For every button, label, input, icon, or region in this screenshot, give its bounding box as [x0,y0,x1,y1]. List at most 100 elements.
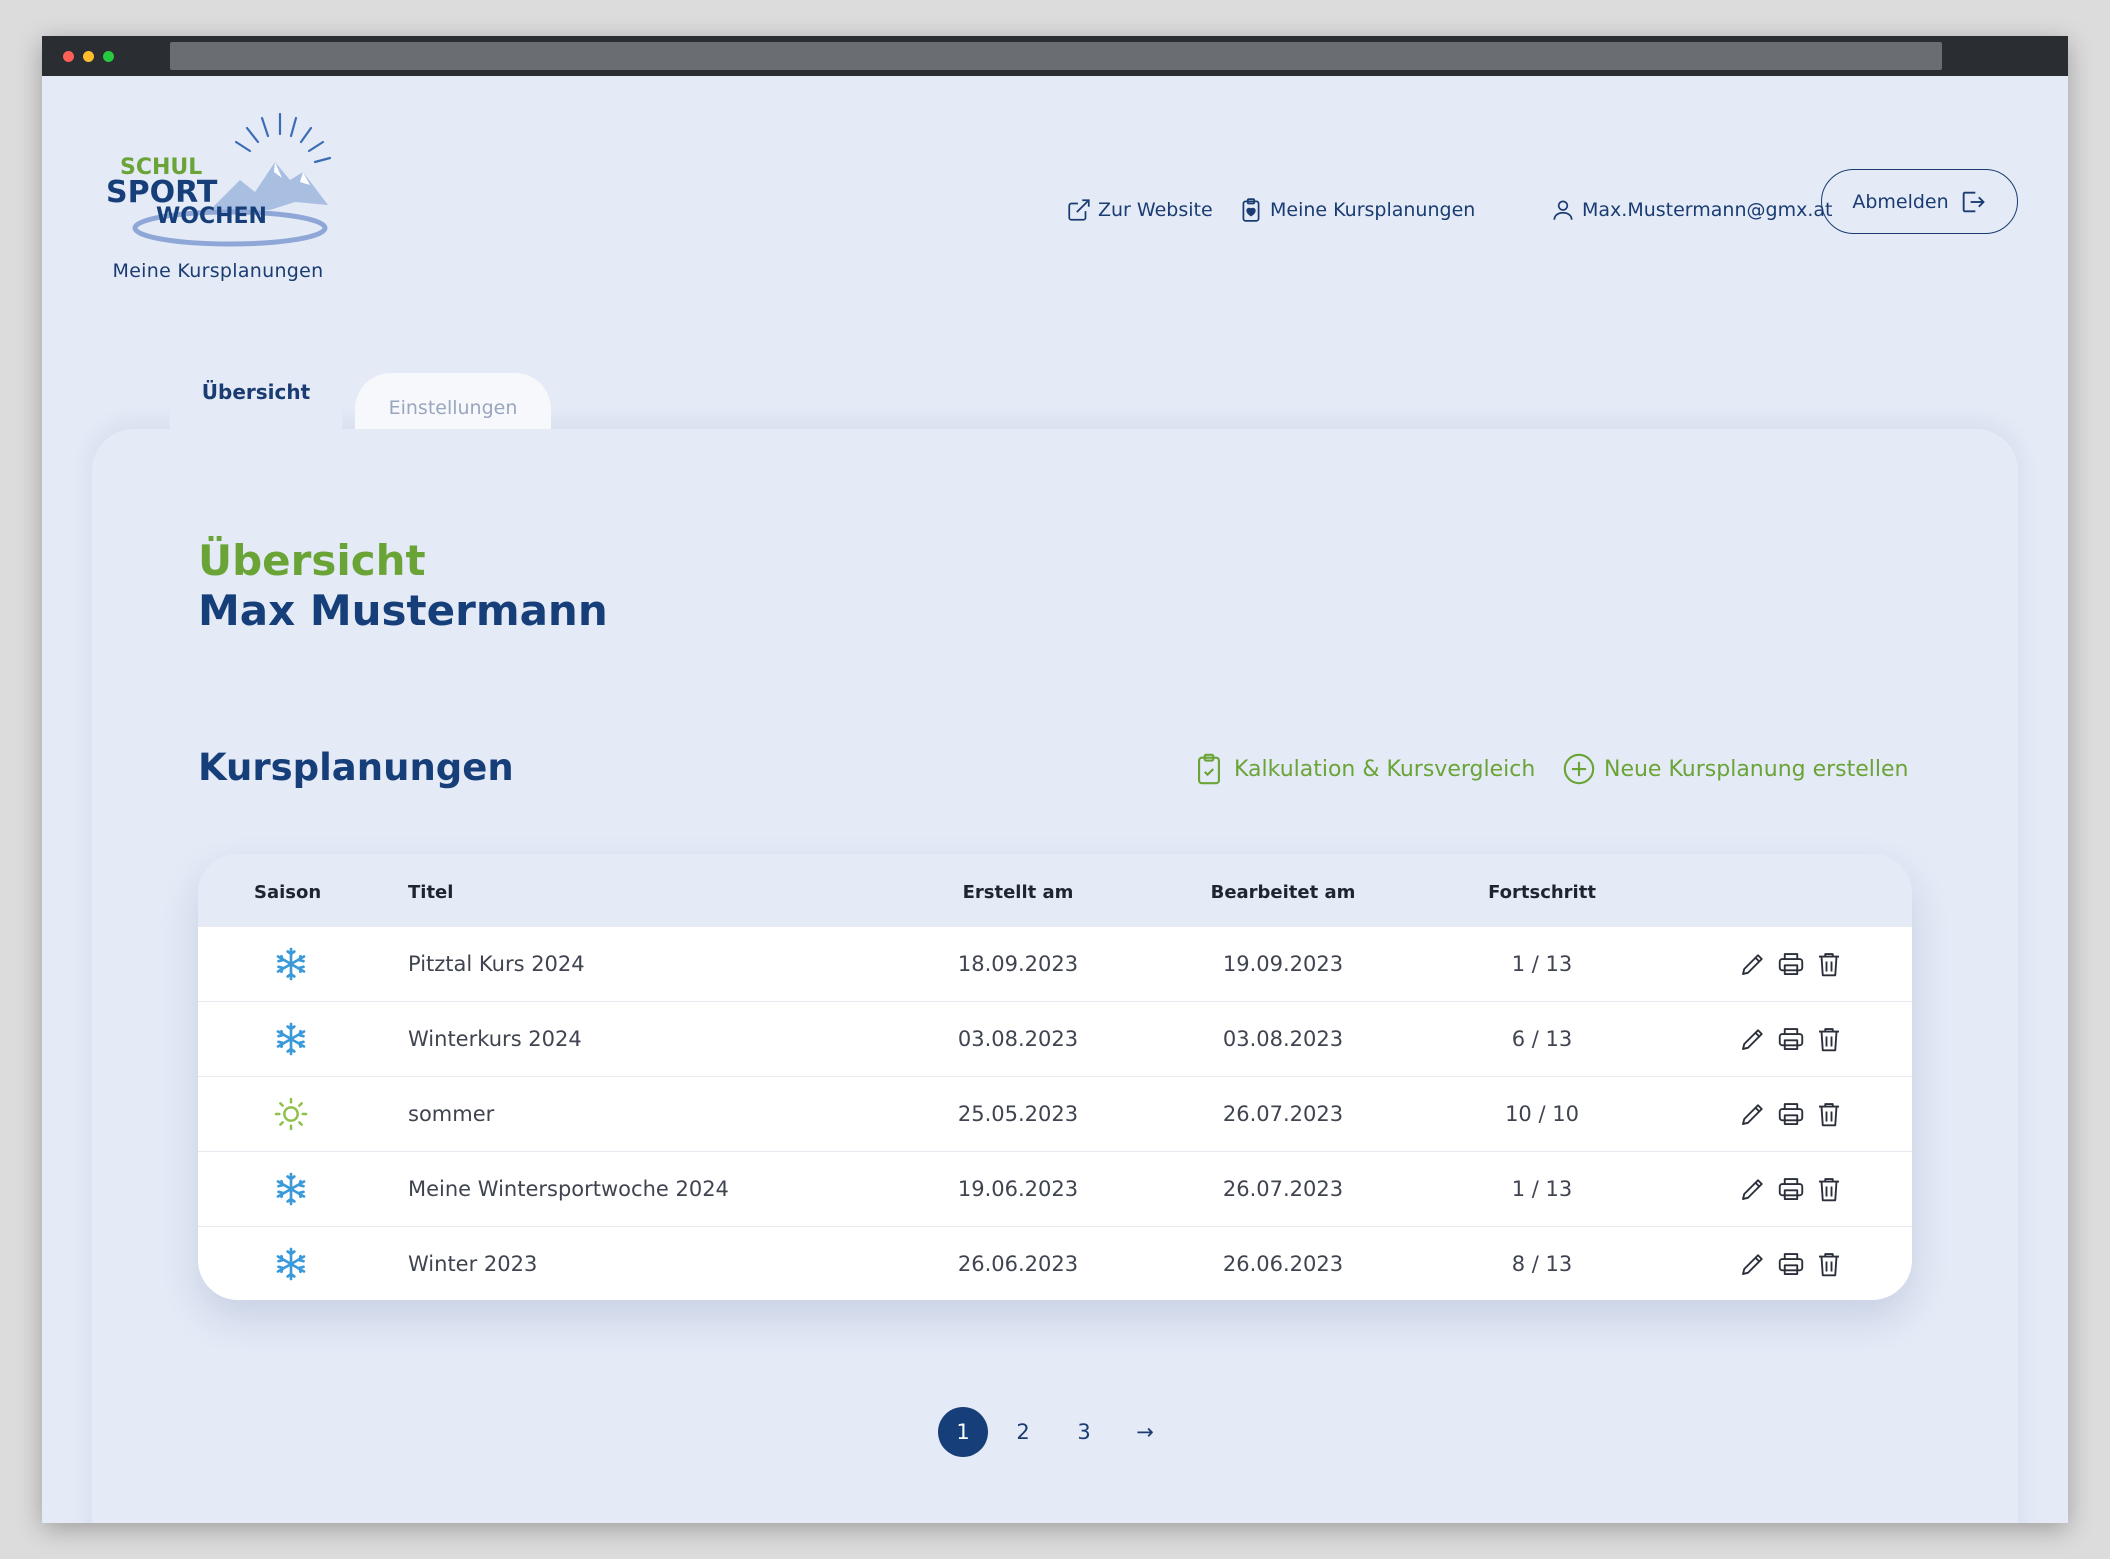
nav-user-link[interactable]: Max.Mustermann@gmx.at [1550,188,1832,232]
address-bar[interactable] [170,42,1942,70]
table-row[interactable]: Winterkurs 2024 03.08.2023 03.08.2023 6 / 1… [198,1001,1912,1076]
pencil-icon[interactable] [1738,949,1768,979]
user-icon [1553,200,1573,220]
tab-settings-label: Einstellungen [388,397,518,419]
trash-icon[interactable] [1814,949,1844,979]
progress-cell: 1 / 13 [1511,1177,1573,1201]
season-cell [271,1094,311,1134]
tab-settings[interactable]: Einstellungen [355,373,551,429]
nav-plans-link[interactable]: Meine Kursplanungen [1238,188,1475,232]
created-cell: 26.06.2023 [957,1252,1079,1276]
table-row[interactable]: Winter 2023 26.06.2023 26.06.2023 8 / 13 [198,1226,1912,1300]
nav-website-link[interactable]: Zur Website [1066,188,1213,232]
column-header-edited[interactable]: Bearbeitet am [1183,882,1383,903]
printer-icon[interactable] [1776,1024,1806,1054]
maximize-window-button[interactable] [103,51,114,62]
sun-icon [274,1097,308,1131]
pencil-icon[interactable] [1738,1024,1768,1054]
created-cell: 25.05.2023 [957,1102,1079,1126]
column-header-season[interactable]: Saison [254,882,321,903]
season-cell [271,1019,311,1059]
row-actions [1738,1174,1844,1204]
trash-icon[interactable] [1814,1099,1844,1129]
external-link-icon [1068,199,1090,221]
pencil-icon[interactable] [1738,1249,1768,1279]
course-plans-table: Saison Titel Erstellt am Bearbeitet am F… [198,854,1912,1300]
column-header-created[interactable]: Erstellt am [918,882,1118,903]
row-actions [1738,1249,1844,1279]
progress-cell: 6 / 13 [1511,1027,1573,1051]
snowflake-icon [276,1172,306,1206]
nav-website-label: Zur Website [1098,199,1213,221]
calculation-compare-label: Kalkulation & Kursvergleich [1234,756,1536,782]
edited-cell: 19.09.2023 [1222,952,1344,976]
edited-cell: 03.08.2023 [1222,1027,1344,1051]
season-cell [271,1244,311,1284]
page-heading: Übersicht [198,536,426,585]
season-cell [271,1169,311,1209]
logout-label: Abmelden [1852,190,1949,213]
close-window-button[interactable] [63,51,74,62]
user-name-heading: Max Mustermann [198,586,608,635]
printer-icon[interactable] [1776,1099,1806,1129]
trash-icon[interactable] [1814,1024,1844,1054]
edited-cell: 26.07.2023 [1222,1177,1344,1201]
created-cell: 19.06.2023 [957,1177,1079,1201]
trash-icon[interactable] [1814,1249,1844,1279]
logout-button[interactable]: Abmelden [1821,169,2018,234]
progress-cell: 8 / 13 [1511,1252,1573,1276]
column-header-title[interactable]: Titel [408,882,453,903]
row-actions [1738,1024,1844,1054]
row-actions [1738,1099,1844,1129]
browser-window: SCHUL SPORT WOCHEN Meine Kursplanungen Z… [42,36,2068,1523]
title-cell[interactable]: Meine Wintersportwoche 2024 [408,1177,729,1201]
printer-icon[interactable] [1776,949,1806,979]
pencil-icon[interactable] [1738,1099,1768,1129]
snowflake-icon [276,947,306,981]
brand-logo[interactable]: SCHUL SPORT WOCHEN [90,110,360,260]
edited-cell: 26.06.2023 [1222,1252,1344,1276]
clipboard-check-icon [1198,753,1220,785]
calculation-compare-link[interactable]: Kalkulation & Kursvergleich [1192,749,1535,789]
table-row[interactable]: Meine Wintersportwoche 2024 19.06.2023 26.… [198,1151,1912,1226]
tab-overview[interactable]: Übersicht [170,357,342,429]
nav-user-email: Max.Mustermann@gmx.at [1582,199,1833,221]
column-header-progress[interactable]: Fortschritt [1442,882,1642,903]
page-2-button[interactable]: 2 [998,1407,1048,1457]
season-cell [271,944,311,984]
table-row[interactable]: Pitztal Kurs 2024 18.09.2023 19.09.2023 1 /… [198,926,1912,1001]
progress-cell: 1 / 13 [1511,952,1573,976]
new-plan-label: Neue Kursplanung erstellen [1604,756,1909,782]
progress-cell: 10 / 10 [1505,1102,1579,1126]
minimize-window-button[interactable] [83,51,94,62]
table-header: Saison Titel Erstellt am Bearbeitet am F… [198,854,1912,926]
nav-plans-label: Meine Kursplanungen [1270,199,1476,221]
edited-cell: 26.07.2023 [1222,1102,1344,1126]
printer-icon[interactable] [1776,1249,1806,1279]
logout-icon [1962,191,1985,212]
logo-text-wochen: WOCHEN [156,204,267,229]
trash-icon[interactable] [1814,1174,1844,1204]
new-plan-button[interactable]: Neue Kursplanung erstellen [1562,749,1909,789]
brand-subtitle: Meine Kursplanungen [112,260,324,282]
title-cell[interactable]: sommer [408,1102,494,1126]
created-cell: 18.09.2023 [957,952,1079,976]
row-actions [1738,949,1844,979]
created-cell: 03.08.2023 [957,1027,1079,1051]
snowflake-icon [276,1022,306,1056]
tab-overview-label: Übersicht [201,380,311,404]
page-3-button[interactable]: 3 [1059,1407,1109,1457]
clipboard-heart-icon [1242,198,1260,222]
title-cell[interactable]: Pitztal Kurs 2024 [408,952,585,976]
page-1-button[interactable]: 1 [938,1407,988,1457]
table-row[interactable]: sommer 25.05.2023 26.07.2023 10 / 10 [198,1076,1912,1151]
snowflake-icon [276,1247,306,1281]
printer-icon[interactable] [1776,1174,1806,1204]
title-cell[interactable]: Winterkurs 2024 [408,1027,582,1051]
next-page-button[interactable]: → [1120,1407,1170,1457]
title-cell[interactable]: Winter 2023 [408,1252,537,1276]
section-title: Kursplanungen [198,746,514,789]
pencil-icon[interactable] [1738,1174,1768,1204]
plus-circle-icon [1563,753,1595,785]
browser-chrome [42,36,2068,76]
